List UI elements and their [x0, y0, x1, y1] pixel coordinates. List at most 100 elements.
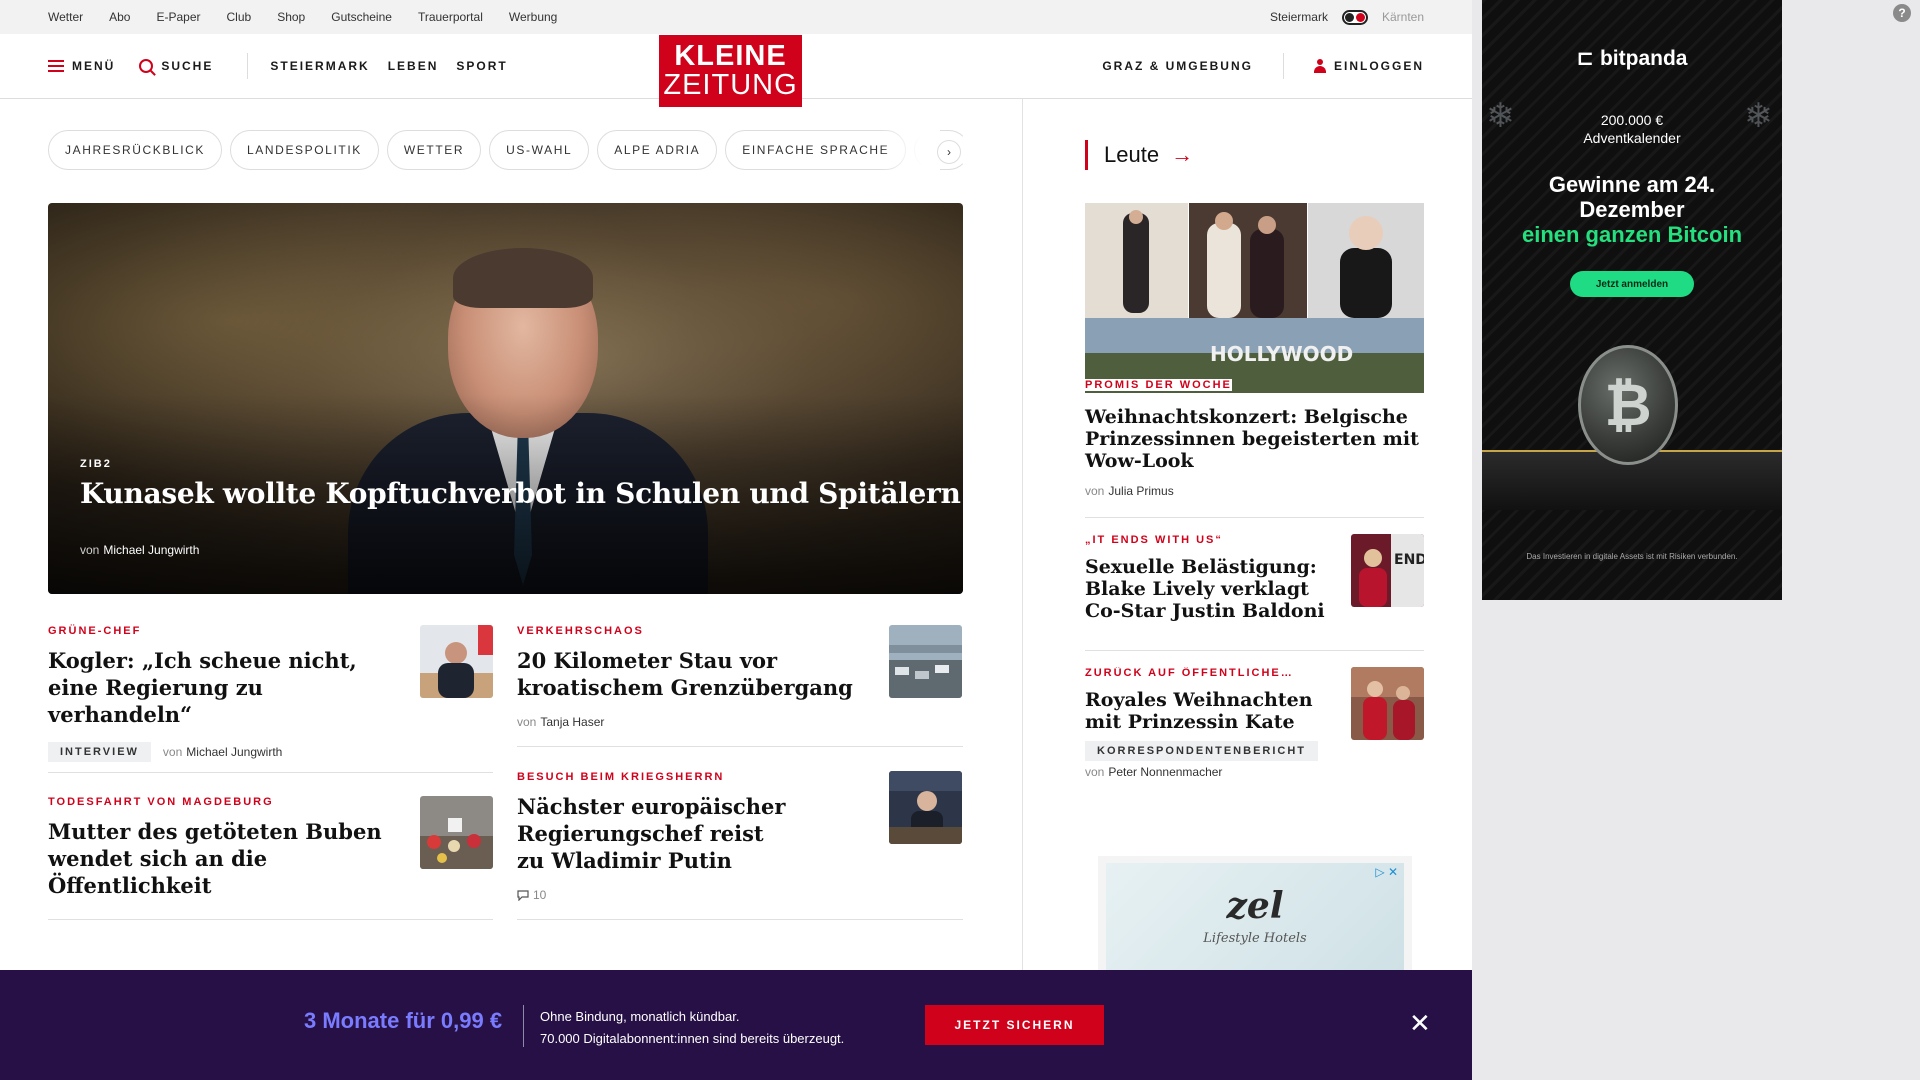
- article-kicker: „IT ENDS WITH US“: [1085, 534, 1223, 546]
- article-card-stau[interactable]: VERKEHRSCHAOS 20 Kilometer Stau vor kroa…: [517, 625, 962, 729]
- subscription-banner: 3 Monate für 0,99 € Ohne Bindung, monatl…: [0, 970, 1472, 1080]
- article-badge: KORRESPONDENTENBERICHT: [1085, 741, 1319, 761]
- hero-byline: von Michael Jungwirth: [80, 543, 199, 557]
- region-label-kaernten: Kärnten: [1381, 10, 1424, 24]
- skyscraper-ad[interactable]: ❄ ❄ ⊏ bitpanda 200.000 € Adventkalender …: [1482, 0, 1782, 600]
- sidebar-article-lively[interactable]: „IT ENDS WITH US“ Sexuelle Belästigung: …: [1085, 534, 1424, 622]
- promo-image[interactable]: HOLLYWOOD: [1085, 203, 1424, 393]
- comment-count-value: 10: [533, 888, 547, 902]
- promo-title: Weihnachtskonzert: Belgische Prinzessinn…: [1085, 406, 1419, 472]
- banner-line2: 70.000 Digitalabonnent:innen sind bereit…: [540, 1031, 845, 1046]
- article-badge: INTERVIEW: [48, 742, 151, 762]
- promo-article[interactable]: PROMIS DER WOCHE Weihnachtskonzert: Belg…: [1085, 378, 1424, 498]
- nav-divider: [247, 53, 249, 79]
- byline-von: von: [517, 715, 537, 729]
- search-icon: [139, 59, 154, 73]
- region-toggle[interactable]: [1341, 9, 1368, 25]
- article-kicker: ZURÜCK AUF ÖFFENTLICHER…: [1085, 667, 1300, 679]
- nav-sport[interactable]: SPORT: [456, 59, 507, 73]
- ad-background-pattern: [1482, 0, 1782, 600]
- article-meta: KORRESPONDENTENBERICHT: [1085, 741, 1424, 761]
- sidebar-ad-brand: zel: [1226, 885, 1284, 927]
- section-header-leute[interactable]: Leute →: [1085, 140, 1193, 170]
- help-icon[interactable]: ?: [1893, 4, 1911, 22]
- main-header: MENÜ SUCHE STEIERMARK LEBEN SPORT KLEINE…: [0, 34, 1472, 107]
- bitcoin-icon: ₿: [1578, 345, 1678, 465]
- login-label: EINLOGGEN: [1333, 59, 1424, 73]
- promo-kicker: PROMIS DER WOCHE: [1085, 379, 1232, 391]
- tag-jahresrueckblick[interactable]: JAHRESRÜCKBLICK: [48, 130, 223, 170]
- utility-link-trauerportal[interactable]: Trauerportal: [418, 10, 483, 24]
- search-button[interactable]: SUCHE: [139, 59, 213, 73]
- tag-us-wahl[interactable]: US-WAHL: [489, 130, 590, 170]
- header-right: GRAZ & UMGEBUNG EINLOGGEN: [1102, 34, 1424, 98]
- logo-line2: ZEITUNG: [663, 69, 798, 101]
- utility-link-epaper[interactable]: E-Paper: [156, 10, 200, 24]
- tags-scroll-button[interactable]: ›: [937, 140, 961, 164]
- site-logo[interactable]: KLEINE ZEITUNG: [659, 35, 802, 107]
- tags-fade: [880, 130, 940, 172]
- utility-link-gutscheine[interactable]: Gutscheine: [331, 10, 392, 24]
- topic-tags: JAHRESRÜCKBLICK LANDESPOLITIK WETTER US-…: [48, 130, 963, 172]
- banner-divider: [523, 1005, 524, 1047]
- utility-link-werbung[interactable]: Werbung: [509, 10, 557, 24]
- promo-author: Julia Primus: [1108, 484, 1174, 498]
- article-thumbnail: [420, 625, 493, 698]
- comment-count[interactable]: 10: [517, 888, 546, 902]
- hero-article[interactable]: ZIB2 Kunasek wollte Kopftuchverbot in Sc…: [48, 203, 963, 594]
- tag-alpe-adria[interactable]: ALPE ADRIA: [597, 130, 718, 170]
- hero-image-hair: [453, 248, 593, 308]
- subscribe-button[interactable]: JETZT SICHERN: [925, 1005, 1104, 1045]
- utility-link-abo[interactable]: Abo: [109, 10, 130, 24]
- byline-von: von: [1085, 484, 1105, 498]
- article-author: Peter Nonnenmacher: [1108, 765, 1223, 779]
- utility-link-shop[interactable]: Shop: [277, 10, 305, 24]
- tag-landespolitik[interactable]: LANDESPOLITIK: [230, 130, 379, 170]
- article-meta: 10: [517, 888, 962, 902]
- sidebar-article-kate[interactable]: ZURÜCK AUF ÖFFENTLICHER… Royales Weihnac…: [1085, 667, 1424, 779]
- arrow-right-icon: →: [1171, 142, 1194, 167]
- ad-amount-value: 200.000 €: [1600, 112, 1664, 128]
- card-divider: [48, 772, 493, 773]
- card-divider: [517, 746, 963, 747]
- article-title: Mutter des getöteten Buben wendet sich a…: [48, 819, 382, 898]
- nav-steiermark[interactable]: STEIERMARK: [270, 59, 369, 73]
- article-byline: von Michael Jungwirth: [163, 745, 282, 759]
- card-divider: [1085, 517, 1424, 518]
- ad-amount: 200.000 € Adventkalender: [1482, 111, 1782, 147]
- sidebar-ad[interactable]: zel Lifestyle Hotels ▷ ✕: [1098, 856, 1412, 970]
- news-site: Wetter Abo E-Paper Club Shop Gutscheine …: [0, 0, 1472, 1080]
- utility-link-wetter[interactable]: Wetter: [48, 10, 83, 24]
- ad-cta-button[interactable]: Jetzt anmelden: [1570, 271, 1694, 297]
- bitpanda-logo-icon: ⊏: [1576, 47, 1600, 70]
- article-card-putin[interactable]: BESUCH BEIM KRIEGSHERRN Nächster europäi…: [517, 771, 962, 902]
- menu-button[interactable]: MENÜ: [48, 59, 115, 73]
- article-card-magdeburg[interactable]: TODESFAHRT VON MAGDEBURG Mutter des getö…: [48, 796, 493, 899]
- utility-links: Wetter Abo E-Paper Club Shop Gutscheine …: [48, 0, 557, 34]
- svg-text:ENDS: ENDS: [1394, 552, 1424, 568]
- comment-icon: [517, 889, 529, 901]
- article-author: Tanja Haser: [540, 715, 605, 729]
- tag-wetter[interactable]: WETTER: [386, 130, 482, 170]
- article-title: Nächster europäischer Regierungschef rei…: [517, 794, 786, 873]
- article-card-kogler[interactable]: GRÜNE-CHEF Kogler: „Ich scheue nicht, ei…: [48, 625, 493, 762]
- section-title: Leute: [1104, 142, 1160, 167]
- hero-author: Michael Jungwirth: [103, 543, 200, 557]
- nav-graz-umgebung[interactable]: GRAZ & UMGEBUNG: [1102, 59, 1253, 73]
- nav-leben[interactable]: LEBEN: [388, 59, 439, 73]
- article-title: Sexuelle Belästigung: Blake Lively verkl…: [1085, 556, 1325, 622]
- ad-headline: Gewinne am 24. Dezember einen ganzen Bit…: [1482, 172, 1782, 247]
- close-icon[interactable]: ✕: [1409, 1010, 1431, 1036]
- utility-link-club[interactable]: Club: [227, 10, 252, 24]
- ad-close-icon[interactable]: ▷ ✕: [1375, 865, 1398, 879]
- hero-kicker: ZIB2: [80, 458, 112, 470]
- byline-von: von: [162, 745, 183, 759]
- login-button[interactable]: EINLOGGEN: [1313, 59, 1424, 73]
- region-label-steiermark: Steiermark: [1269, 10, 1328, 24]
- nav-divider: [1282, 53, 1284, 79]
- article-thumbnail: [420, 796, 493, 869]
- article-title: Kogler: „Ich scheue nicht, eine Regierun…: [48, 648, 357, 727]
- main-nav: MENÜ SUCHE STEIERMARK LEBEN SPORT: [48, 34, 508, 98]
- article-byline: von Peter Nonnenmacher: [1085, 765, 1424, 779]
- utility-bar: Wetter Abo E-Paper Club Shop Gutscheine …: [0, 0, 1472, 34]
